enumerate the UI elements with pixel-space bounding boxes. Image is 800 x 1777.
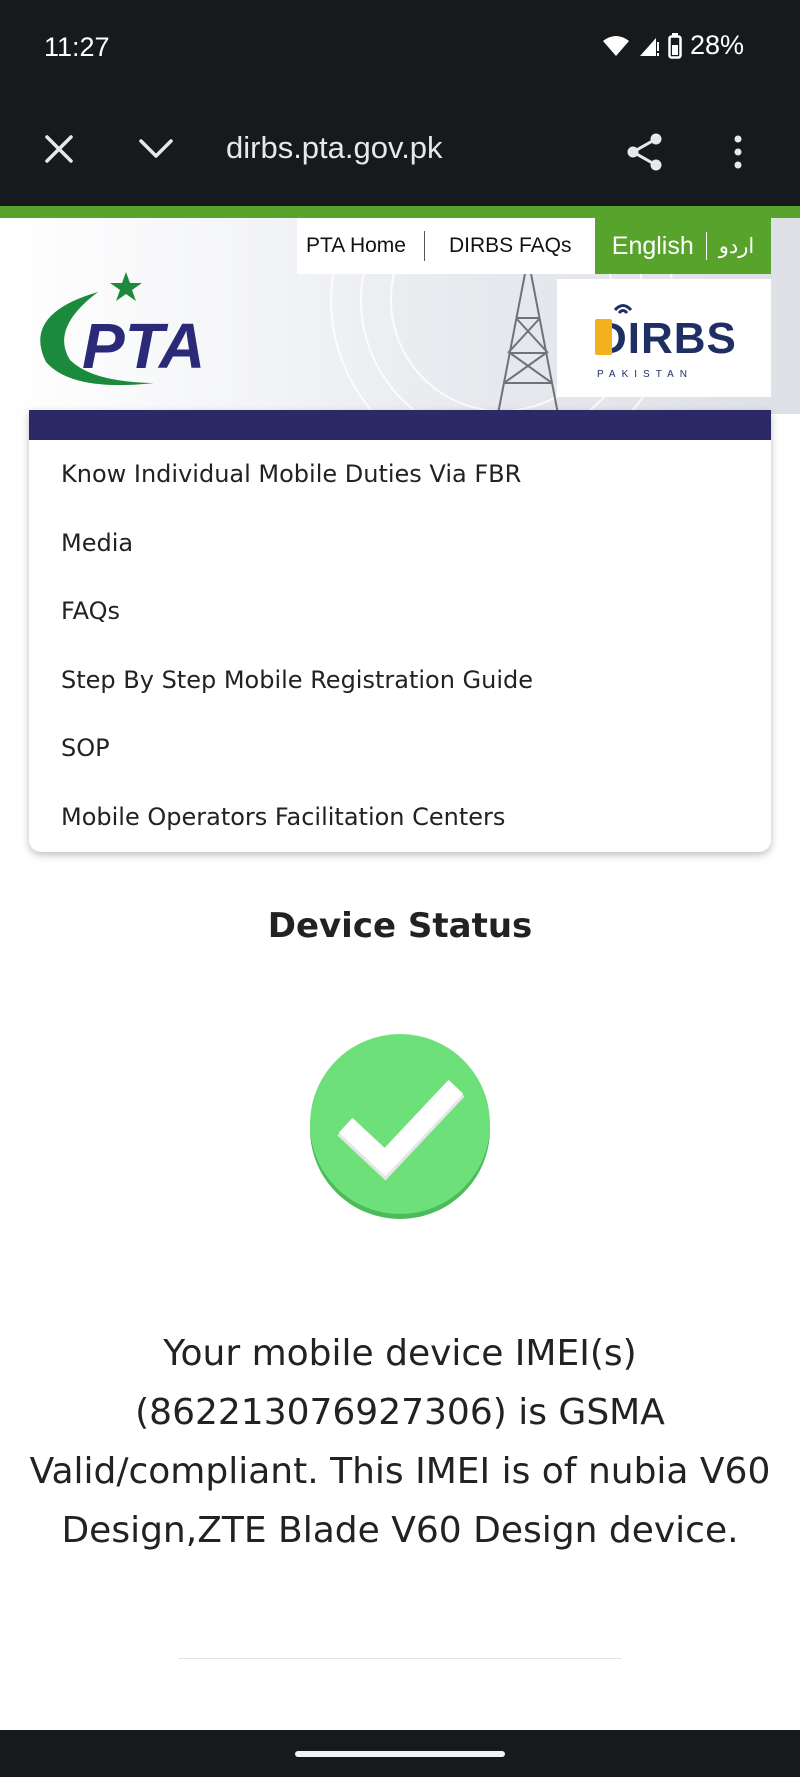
lang-english-link[interactable]: English (612, 232, 694, 261)
content-divider (178, 1658, 622, 1659)
status-bar: 11:27 28% (0, 0, 800, 100)
pta-home-link[interactable]: PTA Home (297, 234, 424, 258)
status-icons: 28% (602, 30, 744, 61)
language-switch: English اردو (595, 218, 771, 274)
star-icon (110, 272, 142, 301)
nav-menu-panel: Know Individual Mobile Duties Via FBR Me… (29, 410, 771, 852)
home-gesture-handle[interactable] (295, 1751, 505, 1757)
menu-item-media[interactable]: Media (61, 509, 533, 578)
device-status-title: Device Status (267, 906, 533, 946)
dirbs-logo-text: DIRBS (595, 314, 737, 363)
battery-percent: 28% (689, 30, 744, 60)
dirbs-logo[interactable]: DIRBS PAKISTAN (557, 279, 771, 397)
lang-divider (705, 232, 707, 260)
check-circle-icon (310, 1034, 490, 1219)
top-links: PTA Home DIRBS FAQs (297, 218, 595, 274)
dirbs-faqs-link[interactable]: DIRBS FAQs (425, 234, 590, 258)
signal-icon (639, 37, 659, 56)
menu-item-facilitation-centers[interactable]: Mobile Operators Facilitation Centers (61, 783, 533, 852)
close-icon[interactable] (44, 134, 74, 164)
pta-logo[interactable]: PTA (36, 270, 226, 390)
device-status-message: Your mobile device IMEI(s) (862213076927… (29, 1333, 771, 1551)
url-text[interactable]: dirbs.pta.gov.pk (226, 130, 443, 166)
pta-logo-text: PTA (82, 310, 205, 382)
menu-item-fbr-duties[interactable]: Know Individual Mobile Duties Via FBR (61, 440, 533, 509)
menu-item-sop[interactable]: SOP (61, 714, 533, 783)
status-time: 11:27 (44, 32, 110, 62)
battery-icon (668, 32, 682, 59)
nav-menu-list: Know Individual Mobile Duties Via FBR Me… (61, 440, 533, 851)
menu-item-faqs[interactable]: FAQs (61, 577, 533, 646)
more-options-icon[interactable] (728, 134, 748, 170)
accent-strip (0, 206, 800, 218)
chevron-down-icon[interactable] (138, 138, 174, 160)
menu-header-strip (29, 410, 771, 440)
system-nav-bar (0, 1730, 800, 1777)
tower-image (497, 258, 559, 414)
dirbs-logo-graphic: DIRBS PAKISTAN (595, 304, 737, 380)
signal-arcs-icon (613, 304, 633, 315)
share-icon[interactable] (625, 132, 665, 172)
browser-toolbar: dirbs.pta.gov.pk (0, 100, 800, 206)
wifi-icon (602, 35, 629, 56)
site-header: PTA Home DIRBS FAQs English اردو PTA DIR… (0, 218, 800, 414)
lang-urdu-link[interactable]: اردو (719, 234, 754, 259)
sim-icon (595, 319, 612, 355)
dirbs-logo-sub: PAKISTAN (597, 369, 693, 380)
menu-item-registration-guide[interactable]: Step By Step Mobile Registration Guide (61, 646, 533, 715)
